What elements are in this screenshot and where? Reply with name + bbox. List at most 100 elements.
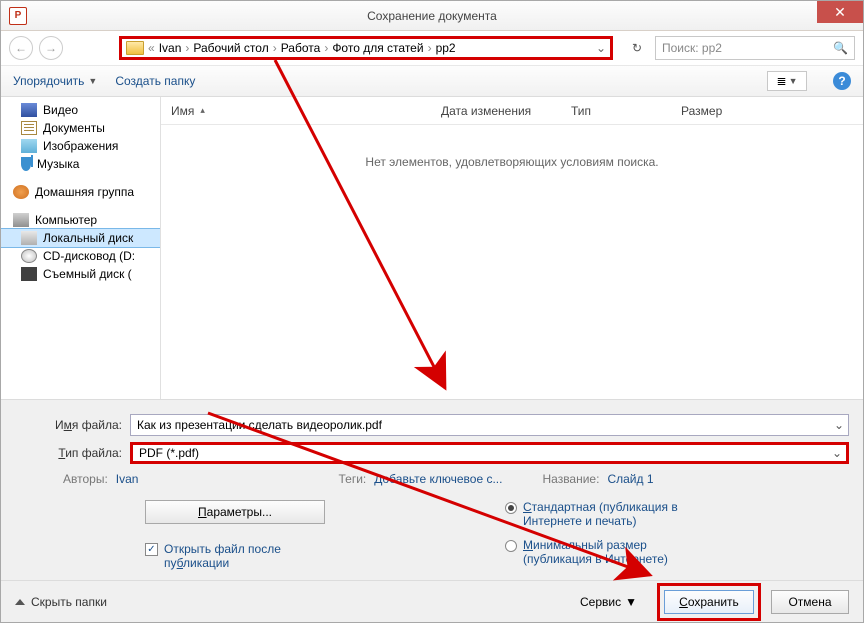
- column-size[interactable]: Размер: [671, 104, 732, 118]
- homegroup-icon: [13, 185, 29, 199]
- checkbox-icon: ✓: [145, 543, 158, 556]
- file-list-empty: Нет элементов, удовлетворяющих условиям …: [161, 125, 863, 399]
- radio-standard[interactable]: Стандартная (публикация в Интернете и пе…: [505, 500, 685, 528]
- sidebar-item-video[interactable]: Видео: [1, 101, 160, 119]
- options-row: Параметры... ✓ Открыть файл после публик…: [15, 500, 849, 570]
- newfolder-label: Создать папку: [115, 74, 195, 88]
- sidebar-label: Изображения: [43, 139, 118, 153]
- chevron-down-icon[interactable]: ⌄: [596, 41, 606, 55]
- open-after-checkbox[interactable]: ✓ Открыть файл после публикации: [145, 542, 325, 570]
- sidebar-item-cd[interactable]: CD-дисковод (D:: [1, 247, 160, 265]
- sidebar-item-music[interactable]: Музыка: [1, 155, 160, 173]
- radio-icon: [505, 540, 517, 552]
- column-label: Размер: [681, 104, 722, 118]
- organize-menu[interactable]: Упорядочить ▼: [13, 74, 97, 88]
- sidebar-label: Компьютер: [35, 213, 97, 227]
- breadcrumb-item[interactable]: Ivan: [159, 41, 182, 55]
- metadata-row: Авторы:Ivan Теги:Добавьте ключевое с... …: [15, 472, 849, 486]
- search-placeholder: Поиск: pp2: [662, 41, 722, 55]
- computer-icon: [13, 213, 29, 227]
- radio-standard-label: Стандартная (публикация в Интернете и пе…: [523, 500, 685, 528]
- tags-value[interactable]: Добавьте ключевое с...: [374, 472, 502, 486]
- save-button[interactable]: Сохранить: [664, 590, 754, 614]
- chevron-down-icon: ▼: [789, 76, 798, 86]
- sidebar-label: Видео: [43, 103, 78, 117]
- chevron-down-icon: ▼: [88, 76, 97, 86]
- column-label: Дата изменения: [441, 104, 531, 118]
- breadcrumb-prefix: «: [148, 41, 155, 55]
- open-after-label: Открыть файл после публикации: [164, 542, 325, 570]
- nav-row: ← → « Ivan › Рабочий стол › Работа › Фот…: [1, 31, 863, 65]
- view-mode-button[interactable]: ≣ ▼: [767, 71, 807, 91]
- service-label: Сервис: [580, 595, 621, 609]
- close-button[interactable]: ✕: [817, 1, 863, 23]
- folder-icon: [126, 41, 144, 55]
- cd-icon: [21, 249, 37, 263]
- hide-folders-label: Скрыть папки: [31, 595, 107, 609]
- filetype-label: Тип файла:: [15, 446, 130, 460]
- bottom-panel: Имя файла: Как из презентации сделать ви…: [1, 399, 863, 580]
- tags-label: Теги:: [338, 472, 366, 486]
- chevron-down-icon[interactable]: ⌄: [834, 418, 844, 432]
- sidebar-item-images[interactable]: Изображения: [1, 137, 160, 155]
- disk-icon: [21, 231, 37, 245]
- footer: Скрыть папки Сервис ▼ Сохранить Отмена: [1, 580, 863, 622]
- chevron-right-icon: ›: [324, 41, 328, 55]
- title-label: Название:: [542, 472, 599, 486]
- sidebar-label: Документы: [43, 121, 105, 135]
- filename-input[interactable]: Как из презентации сделать видеоролик.pd…: [130, 414, 849, 436]
- search-icon[interactable]: 🔍: [833, 41, 848, 55]
- body: Видео Документы Изображения Музыка Домаш…: [1, 97, 863, 399]
- sidebar: Видео Документы Изображения Музыка Домаш…: [1, 97, 161, 399]
- chevron-right-icon: ›: [273, 41, 277, 55]
- title-value[interactable]: Слайд 1: [607, 472, 653, 486]
- radio-minimal[interactable]: Минимальный размер (публикация в Интерне…: [505, 538, 685, 566]
- save-highlight: Сохранить: [657, 583, 761, 621]
- titlebar: P Сохранение документа ✕: [1, 1, 863, 31]
- breadcrumb-item[interactable]: Фото для статей: [332, 41, 423, 55]
- breadcrumb[interactable]: « Ivan › Рабочий стол › Работа › Фото дл…: [119, 36, 613, 60]
- breadcrumb-item[interactable]: Работа: [281, 41, 321, 55]
- sidebar-label: Музыка: [37, 157, 79, 171]
- new-folder-button[interactable]: Создать папку: [115, 74, 195, 88]
- column-name[interactable]: Имя ▴: [161, 104, 431, 118]
- column-label: Тип: [571, 104, 591, 118]
- triangle-up-icon: [15, 599, 25, 605]
- radio-minimal-label: Минимальный размер (публикация в Интерне…: [523, 538, 685, 566]
- chevron-down-icon[interactable]: ⌄: [832, 446, 842, 460]
- filename-value: Как из презентации сделать видеоролик.pd…: [137, 418, 382, 432]
- cancel-button[interactable]: Отмена: [771, 590, 849, 614]
- sidebar-item-computer[interactable]: Компьютер: [1, 211, 160, 229]
- service-menu[interactable]: Сервис ▼: [580, 595, 637, 609]
- list-icon: ≣: [777, 74, 787, 88]
- sidebar-item-usb[interactable]: Съемный диск (: [1, 265, 160, 283]
- empty-message: Нет элементов, удовлетворяющих условиям …: [365, 155, 658, 169]
- search-input[interactable]: Поиск: pp2 🔍: [655, 36, 855, 60]
- refresh-button[interactable]: ↻: [625, 36, 649, 60]
- breadcrumb-item[interactable]: pp2: [436, 41, 456, 55]
- chevron-down-icon: ▼: [625, 595, 637, 609]
- sidebar-label: Домашняя группа: [35, 185, 134, 199]
- back-button[interactable]: ←: [9, 36, 33, 60]
- documents-icon: [21, 121, 37, 135]
- sidebar-label: Локальный диск: [43, 231, 133, 245]
- chevron-right-icon: ›: [185, 41, 189, 55]
- hide-folders-button[interactable]: Скрыть папки: [15, 595, 107, 609]
- breadcrumb-item[interactable]: Рабочий стол: [193, 41, 268, 55]
- radio-icon: [505, 502, 517, 514]
- authors-value[interactable]: Ivan: [116, 472, 139, 486]
- sort-asc-icon: ▴: [200, 105, 205, 116]
- column-label: Имя: [171, 104, 194, 118]
- column-date[interactable]: Дата изменения: [431, 104, 561, 118]
- sidebar-item-homegroup[interactable]: Домашняя группа: [1, 183, 160, 201]
- save-dialog: P Сохранение документа ✕ ← → « Ivan › Ра…: [0, 0, 864, 623]
- sidebar-item-documents[interactable]: Документы: [1, 119, 160, 137]
- help-button[interactable]: ?: [833, 72, 851, 90]
- parameters-button[interactable]: Параметры...: [145, 500, 325, 524]
- filename-label: Имя файла:: [15, 418, 130, 432]
- filetype-select[interactable]: PDF (*.pdf) ⌄: [130, 442, 849, 464]
- column-type[interactable]: Тип: [561, 104, 671, 118]
- content: Имя ▴ Дата изменения Тип Размер Нет элем…: [161, 97, 863, 399]
- forward-button[interactable]: →: [39, 36, 63, 60]
- sidebar-item-local-disk[interactable]: Локальный диск: [1, 229, 160, 247]
